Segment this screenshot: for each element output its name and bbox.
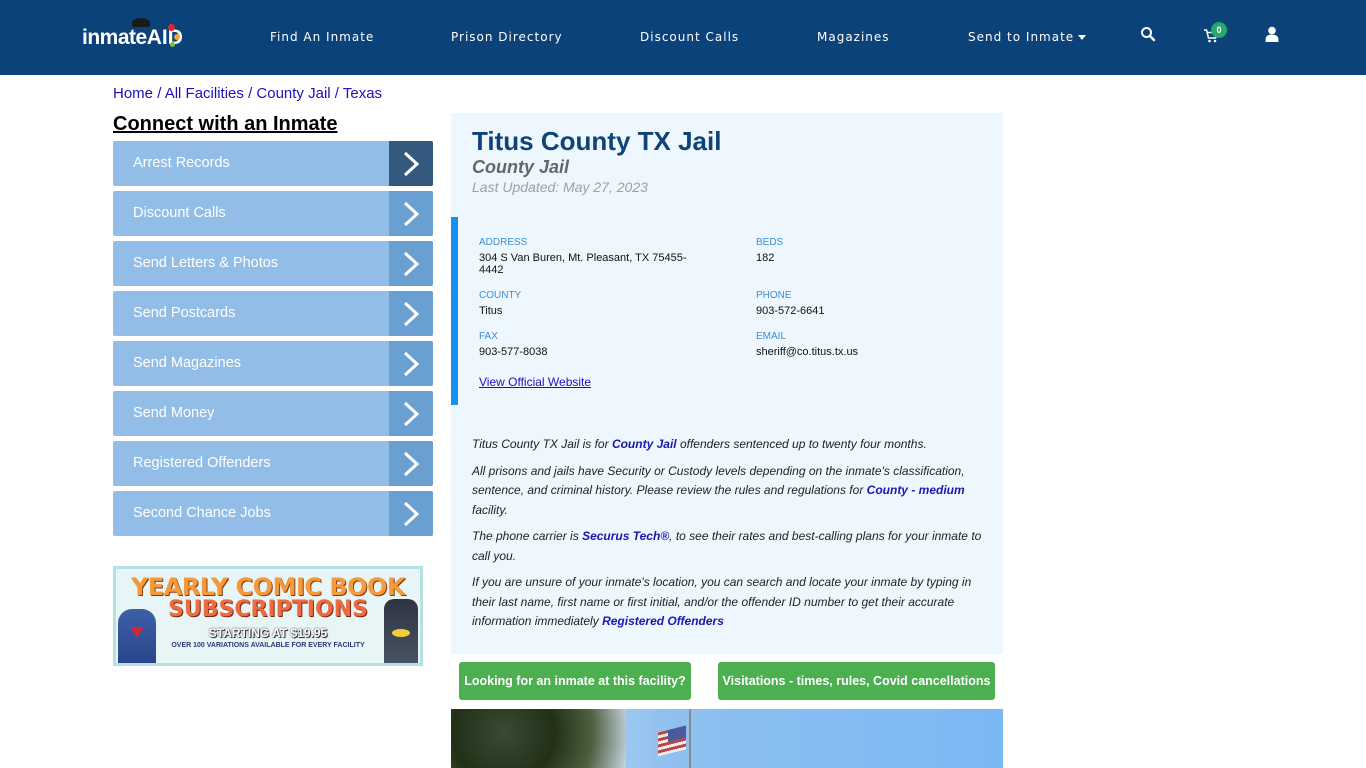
logo-hat-icon xyxy=(132,18,150,27)
breadcrumb-separator: / xyxy=(248,85,253,102)
description-text: offenders sentenced up to twenty four mo… xyxy=(676,437,927,451)
sidebar-title: Connect with an Inmate xyxy=(113,113,338,135)
facility-description: Titus County TX Jail is for County Jail … xyxy=(472,435,987,639)
user-icon xyxy=(1265,26,1279,42)
sidebar-item-send-letters-photos[interactable]: Send Letters & Photos xyxy=(113,241,433,286)
description-paragraph: Titus County TX Jail is for County Jail … xyxy=(472,435,987,455)
sidebar-item-arrest-records[interactable]: Arrest Records xyxy=(113,141,433,186)
chevron-right-icon xyxy=(389,341,433,386)
address-line1: 304 S Van Buren, Mt. Pleasant, TX 75455- xyxy=(479,252,687,264)
sidebar-item-send-postcards[interactable]: Send Postcards xyxy=(113,291,433,336)
sidebar-item-second-chance-jobs[interactable]: Second Chance Jobs xyxy=(113,491,433,536)
search-button[interactable] xyxy=(1140,26,1160,46)
sidebar-item-label: Send Letters & Photos xyxy=(133,255,279,271)
visitations-button[interactable]: Visitations - times, rules, Covid cancel… xyxy=(718,662,995,700)
registered-offenders-link[interactable]: Registered Offenders xyxy=(602,614,724,628)
find-inmate-at-facility-button[interactable]: Looking for an inmate at this facility? xyxy=(459,662,691,700)
breadcrumb: Home / All Facilities / County Jail / Te… xyxy=(113,85,382,102)
nav-prison-directory[interactable]: Prison Directory xyxy=(451,30,563,44)
description-paragraph: All prisons and jails have Security or C… xyxy=(472,462,987,521)
tree-image-region xyxy=(451,709,626,768)
sidebar-item-label: Arrest Records xyxy=(133,155,230,171)
beds-label: BEDS xyxy=(756,237,784,248)
logo-decoration-icon xyxy=(170,42,175,47)
chevron-right-icon xyxy=(389,141,433,186)
breadcrumb-all-facilities[interactable]: All Facilities xyxy=(165,85,244,102)
breadcrumb-separator: / xyxy=(157,85,162,102)
chevron-right-icon xyxy=(389,291,433,336)
logo-decoration-icon xyxy=(174,34,180,40)
top-navbar: inmate AID Find An Inmate Prison Director… xyxy=(0,0,1366,75)
chevron-right-icon xyxy=(389,491,433,536)
county-label: COUNTY xyxy=(479,290,522,301)
sidebar-item-label: Registered Offenders xyxy=(133,455,271,471)
ad-price: STARTING AT $19.95 xyxy=(208,626,328,640)
search-icon xyxy=(1141,27,1156,42)
official-website-link[interactable]: View Official Website xyxy=(479,375,591,389)
breadcrumb-separator: / xyxy=(334,85,339,102)
chevron-right-icon xyxy=(389,241,433,286)
breadcrumb-home[interactable]: Home xyxy=(113,85,153,102)
nav-discount-calls[interactable]: Discount Calls xyxy=(640,30,739,44)
nav-send-to-inmate-label: Send to Inmate xyxy=(968,30,1075,44)
nav-magazines[interactable]: Magazines xyxy=(817,30,890,44)
address-label: ADDRESS xyxy=(479,237,528,248)
sidebar-item-label: Discount Calls xyxy=(133,205,226,221)
nav-find-an-inmate[interactable]: Find An Inmate xyxy=(270,30,374,44)
phone-value: 903-572-6641 xyxy=(756,305,825,317)
description-text: Titus County TX Jail is for xyxy=(472,437,612,451)
county-medium-link[interactable]: County - medium xyxy=(867,483,965,497)
description-paragraph: If you are unsure of your inmate's locat… xyxy=(472,573,987,632)
sidebar-item-send-magazines[interactable]: Send Magazines xyxy=(113,341,433,386)
breadcrumb-texas[interactable]: Texas xyxy=(343,85,382,102)
us-flag-icon xyxy=(658,725,686,757)
county-jail-link[interactable]: County Jail xyxy=(612,437,677,451)
email-label: EMAIL xyxy=(756,331,787,342)
page-title: Titus County TX Jail xyxy=(472,126,722,156)
flagpole xyxy=(689,709,691,768)
phone-label: PHONE xyxy=(756,290,792,301)
cart-count-badge: 0 xyxy=(1211,22,1227,38)
county-value: Titus xyxy=(479,305,503,317)
description-text: facility. xyxy=(472,502,508,517)
beds-value: 182 xyxy=(756,252,775,264)
fax-value: 903-577-8038 xyxy=(479,346,548,358)
sidebar-menu: Arrest Records Discount Calls Send Lette… xyxy=(113,141,433,541)
chevron-right-icon xyxy=(389,191,433,236)
logo-text: inmate xyxy=(82,26,147,49)
description-text: The phone carrier is xyxy=(472,529,583,543)
sidebar-item-discount-calls[interactable]: Discount Calls xyxy=(113,191,433,236)
logo-decoration-icon xyxy=(168,24,175,31)
comic-subscription-ad-banner[interactable]: YEARLY COMIC BOOK SUBSCRIPTIONS STARTING… xyxy=(113,566,423,666)
inmateaid-logo[interactable]: inmate AID xyxy=(82,18,183,54)
fax-label: FAX xyxy=(479,331,498,342)
securus-tech-link[interactable]: Securus Tech® xyxy=(582,529,669,543)
sidebar-item-label: Send Money xyxy=(133,405,215,421)
breadcrumb-county-jail[interactable]: County Jail xyxy=(256,85,330,102)
caret-down-icon xyxy=(1078,35,1087,40)
sidebar-item-label: Second Chance Jobs xyxy=(133,505,271,521)
description-paragraph: The phone carrier is Securus Tech®, to s… xyxy=(472,527,987,566)
chevron-right-icon xyxy=(389,441,433,486)
ad-tagline: OVER 100 VARIATIONS AVAILABLE FOR EVERY … xyxy=(171,642,365,649)
sidebar-item-registered-offenders[interactable]: Registered Offenders xyxy=(113,441,433,486)
facility-photo xyxy=(451,709,1003,768)
sidebar-item-send-money[interactable]: Send Money xyxy=(113,391,433,436)
sidebar-item-label: Send Magazines xyxy=(133,355,242,371)
email-value: sheriff@co.titus.tx.us xyxy=(756,346,859,358)
facility-type: County Jail xyxy=(472,157,570,177)
last-updated: Last Updated: May 27, 2023 xyxy=(472,179,648,195)
facility-panel: Titus County TX Jail County Jail Last Up… xyxy=(451,113,1003,654)
account-button[interactable] xyxy=(1265,26,1285,46)
facility-info-box: ADDRESS 304 S Van Buren, Mt. Pleasant, T… xyxy=(451,217,1003,405)
address-line2: 4442 xyxy=(479,264,504,276)
chevron-right-icon xyxy=(389,391,433,436)
nav-send-to-inmate[interactable]: Send to Inmate xyxy=(968,30,1087,44)
ad-subheadline: SUBSCRIPTIONS xyxy=(168,597,368,622)
sidebar-item-label: Send Postcards xyxy=(133,305,236,321)
